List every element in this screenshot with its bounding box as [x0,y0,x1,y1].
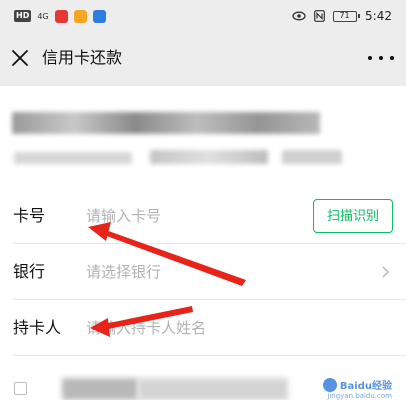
redacted-line [12,112,320,134]
redacted-header [0,86,406,182]
cardholder-input[interactable] [86,310,296,346]
card-number-label: 卡号 [13,206,46,225]
page-title: 信用卡还款 [42,48,123,67]
battery-icon: 71 [333,10,361,22]
redacted-line [14,152,132,164]
card-number-row: 卡号 扫描识别 [0,188,406,244]
nfc-icon [314,10,325,22]
watermark-url: jingyan.baidu.com [327,392,392,400]
notification-app-icon-2 [73,9,87,23]
scan-button[interactable]: 扫描识别 [313,199,393,233]
card-number-input[interactable] [86,198,296,234]
more-icon[interactable] [368,50,394,66]
bank-row[interactable]: 银行 [0,244,406,300]
network-indicator: 4G [37,11,49,21]
status-left: HD 4G [14,9,106,23]
notification-app-icon-3 [92,9,106,23]
watermark-text: Baidu经验 [339,381,392,392]
redacted-agreement [138,378,288,400]
battery-level: 71 [339,10,350,20]
chevron-right-icon [382,266,390,278]
cardholder-row: 持卡人 [0,300,406,356]
clock: 5:42 [365,9,392,23]
bank-select[interactable] [86,254,296,290]
agreement-checkbox[interactable] [14,382,27,395]
status-bar: HD 4G 71 5:42 [0,0,406,32]
baidu-paw-icon [322,377,337,392]
bank-label: 银行 [13,262,46,281]
close-icon[interactable] [10,48,30,68]
status-right: 71 5:42 [292,8,392,24]
notification-app-icon-1 [54,9,68,23]
eye-icon [292,11,306,21]
watermark: Baidu经验 [322,377,392,392]
hd-indicator: HD [14,10,32,22]
redacted-agreement [62,378,138,400]
nav-bar: 信用卡还款 [0,32,406,86]
redacted-line [150,150,268,164]
divider [13,355,406,356]
redacted-line [282,150,342,164]
cardholder-label: 持卡人 [13,318,62,337]
